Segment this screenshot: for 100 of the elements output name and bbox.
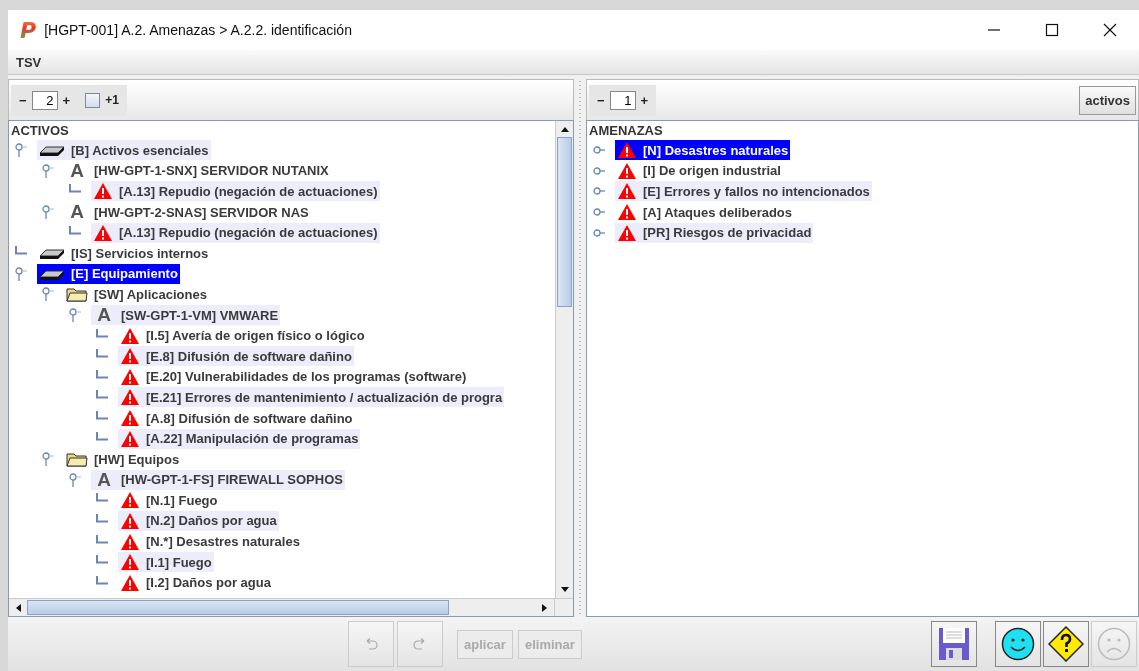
expand-handle-icon[interactable]	[42, 452, 54, 467]
warning-icon	[120, 409, 140, 427]
tree-node-label: [A.13] Repudio (negación de actuaciones)	[119, 184, 378, 199]
tree-node-label: [A.13] Repudio (negación de actuaciones)	[119, 225, 378, 241]
tree-node-label: [HW-GPT-1-SNX] SERVIDOR NUTANIX	[94, 163, 329, 179]
tree-node[interactable]: A [HW-GPT-1-SNX] SERVIDOR NUTANIX	[64, 160, 331, 181]
tree-node-label: [I.5] Avería de origen físico o lógico	[146, 328, 365, 344]
warning-icon	[93, 182, 113, 201]
level-field[interactable]: 1	[609, 90, 636, 110]
expand-handle-icon[interactable]	[69, 472, 81, 487]
close-icon[interactable]	[1103, 23, 1117, 37]
menu-item[interactable]: TSV	[16, 54, 42, 70]
decrement-button[interactable]: −	[597, 92, 605, 108]
warning-icon	[617, 161, 637, 180]
scroll-thumb[interactable]	[27, 600, 449, 615]
tree-node[interactable]: [E.21] Errores de mantenimiento / actualización de progra	[118, 387, 505, 408]
tree-node-label: [E] Errores y fallos no intencionados	[643, 184, 870, 199]
tree-node[interactable]: [E.8] Difusión de software dañino	[118, 346, 354, 367]
warning-icon	[120, 388, 140, 407]
help-diamond-icon	[1048, 626, 1084, 662]
tree-node[interactable]: [A.8] Difusión de software dañino	[118, 408, 355, 428]
smiley-icon	[1001, 627, 1035, 661]
expand-handle-icon[interactable]	[42, 287, 54, 302]
warning-icon	[617, 182, 637, 201]
warning-icon	[120, 347, 140, 366]
tree-node[interactable]: A [SW-GPT-1-VM] VMWARE	[91, 305, 281, 326]
tree-node-label: [I.2] Daños por agua	[146, 575, 271, 591]
tree-node[interactable]: [N.2] Daños por agua	[118, 511, 279, 531]
warning-icon	[120, 429, 140, 448]
help-button[interactable]	[1043, 621, 1089, 667]
tree-node-label: [E] Equipamiento	[71, 266, 178, 282]
tree-node[interactable]: [A.13] Repudio (negación de actuaciones)	[91, 222, 380, 243]
checkbox-label: +1	[105, 93, 119, 107]
expand-handle-icon[interactable]	[15, 266, 27, 281]
scroll-left-icon[interactable]	[14, 602, 22, 613]
tree-node[interactable]: [E.20] Vulnerabilidades de los programas (software)	[118, 366, 469, 387]
tree-node-label: [SW-GPT-1-VM] VMWARE	[121, 307, 279, 323]
tree-node[interactable]: [A.13] Repudio (negación de actuaciones)	[91, 181, 380, 202]
expand-handle-icon[interactable]	[15, 143, 27, 158]
tree-node-label: [HW] Equipos	[94, 451, 180, 467]
increment-button[interactable]: +	[62, 92, 71, 108]
warning-icon	[120, 326, 140, 345]
window-title: [HGPT-001] A.2. Amenazas > A.2.2. identificación	[44, 22, 352, 38]
tree-node-label: [SW] Aplicaciones	[94, 286, 207, 302]
warning-icon	[93, 223, 113, 242]
warning-icon	[120, 573, 140, 592]
tree-node[interactable]: [A] Ataques deliberados	[615, 202, 795, 223]
maximize-icon[interactable]	[1045, 23, 1059, 37]
tree-node[interactable]: [HW] Equipos	[64, 449, 182, 470]
tree-node[interactable]: [I] De origen industrial	[615, 160, 783, 181]
tree-node-label: [I] De origen industrial	[643, 163, 781, 179]
tree-node-label: [E.21] Errores de mantenimiento / actualización de progra	[146, 389, 503, 405]
tree-node[interactable]: [E] Equipamiento	[37, 263, 180, 284]
tree-node-label: [B] Activos esenciales	[71, 142, 209, 158]
tree-node[interactable]: [N.1] Fuego	[118, 490, 220, 511]
tree-node-label: [PR] Riesgos de privacidad	[643, 225, 812, 241]
save-button[interactable]	[931, 621, 977, 667]
expand-handle-icon[interactable]	[69, 308, 81, 323]
tree-node[interactable]: [E] Errores y fallos no intencionados	[615, 181, 872, 202]
tree-node[interactable]: [PR] Riesgos de privacidad	[615, 222, 814, 243]
tree-node[interactable]: [I.1] Fuego	[118, 552, 214, 573]
scroll-thumb[interactable]	[557, 137, 572, 307]
tree-node-label: [HW-GPT-2-SNAS] SERVIDOR NAS	[94, 204, 309, 220]
warning-icon	[617, 141, 637, 160]
asset-icon: A	[93, 470, 115, 489]
tree-node[interactable]: [B] Activos esenciales	[37, 140, 211, 161]
expand-handle-icon[interactable]	[42, 205, 54, 220]
decrement-button[interactable]: −	[19, 92, 27, 108]
tree-node[interactable]: A [HW-GPT-2-SNAS] SERVIDOR NAS	[64, 202, 311, 223]
tree-node[interactable]: [IS] Servicios internos	[37, 243, 211, 264]
tree-node-label: [A.8] Difusión de software dañino	[146, 410, 353, 426]
tree-node[interactable]: A [HW-GPT-1-FS] FIREWALL SOPHOS	[91, 469, 345, 490]
tree-node-label: [N.*] Desastres naturales	[146, 534, 300, 550]
activos-button[interactable]: activos	[1079, 85, 1136, 115]
horizontal-scrollbar[interactable]	[9, 598, 573, 616]
tree-root-label: AMENAZAS	[588, 123, 664, 140]
scroll-up-icon[interactable]	[559, 125, 570, 133]
scroll-down-icon[interactable]	[559, 586, 570, 594]
tree-node-label: [A] Ataques deliberados	[643, 204, 793, 220]
happy-face-button[interactable]	[995, 621, 1041, 667]
tree-node[interactable]: [N] Desastres naturales	[615, 140, 791, 161]
tree-node[interactable]: [I.2] Daños por agua	[118, 572, 273, 593]
tree-node[interactable]: [A.22] Manipulación de programas	[118, 428, 361, 449]
warning-icon	[120, 512, 140, 530]
level-field[interactable]: 2	[31, 90, 58, 110]
tree-node-label: [A.22] Manipulación de programas	[146, 431, 359, 447]
save-icon	[938, 627, 970, 661]
asset-icon: A	[93, 306, 115, 325]
tree-node[interactable]: [SW] Aplicaciones	[64, 284, 209, 305]
increment-button[interactable]: +	[640, 92, 649, 108]
tree-root-label: ACTIVOS	[10, 123, 70, 140]
checkbox[interactable]	[85, 92, 101, 108]
tree-node[interactable]: [N.*] Desastres naturales	[118, 531, 302, 552]
expand-handle-icon[interactable]	[42, 163, 54, 178]
vertical-scrollbar[interactable]	[555, 121, 573, 598]
tree-node[interactable]: [I.5] Avería de origen físico o lógico	[118, 325, 367, 346]
tree-node-label: [E.20] Vulnerabilidades de los programas (software)	[146, 369, 467, 385]
scroll-right-icon[interactable]	[541, 602, 549, 613]
layer-icon	[39, 143, 65, 158]
folder-icon	[66, 451, 88, 468]
